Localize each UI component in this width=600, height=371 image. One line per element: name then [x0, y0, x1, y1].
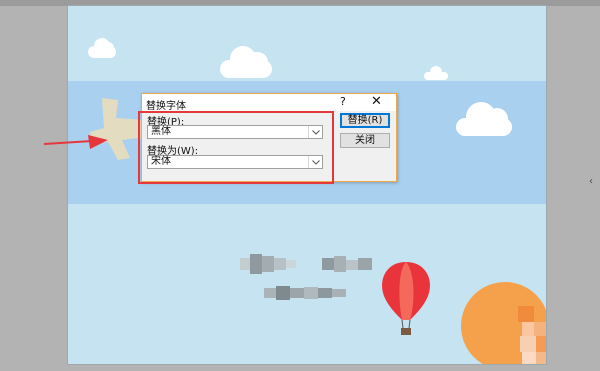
help-button[interactable]: ?	[340, 95, 346, 108]
cloud-shape	[220, 46, 272, 78]
cloud-shape	[456, 102, 512, 136]
slide-canvas[interactable]	[68, 6, 546, 364]
blurred-text	[240, 254, 296, 274]
highlight-frame	[138, 111, 334, 184]
hot-air-balloon-graphic	[382, 262, 430, 335]
blurred-text	[264, 286, 346, 300]
cloud-shape	[88, 38, 116, 58]
orange-balloon-graphic	[461, 282, 546, 364]
close-icon[interactable]: ✕	[371, 94, 382, 109]
dialog-title: 替换字体	[146, 101, 186, 112]
replace-button[interactable]: 替换(R)	[340, 113, 390, 128]
cloud-shape	[424, 66, 448, 80]
close-button[interactable]: 关闭	[340, 133, 390, 148]
blurred-text	[322, 256, 372, 272]
chevron-left-icon[interactable]: ‹	[589, 176, 593, 187]
red-arrow-icon	[44, 135, 108, 149]
